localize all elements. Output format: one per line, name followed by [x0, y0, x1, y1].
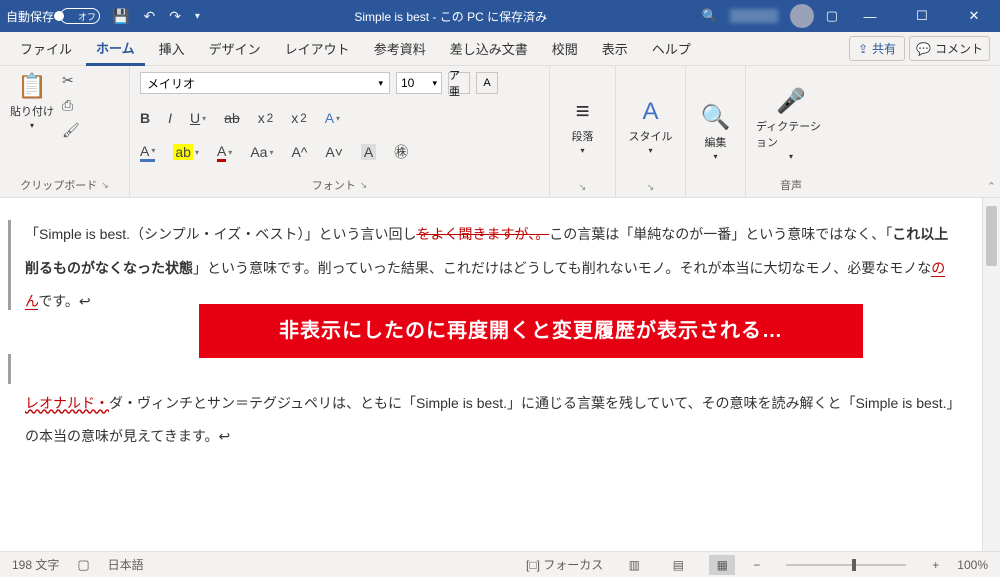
font-name-combo[interactable]: メイリオ▾ [140, 72, 390, 94]
styles-button[interactable]: A スタイル▾ [629, 98, 673, 155]
tab-review[interactable]: 校閲 [542, 33, 588, 64]
microphone-icon: 🎤 [776, 87, 806, 116]
voice-group-label: 音声 [780, 177, 802, 193]
ribbon-tabs: ファイル ホーム 挿入 デザイン レイアウト 参考資料 差し込み文書 校閲 表示… [0, 32, 1000, 66]
avatar[interactable] [790, 4, 814, 28]
copy-icon[interactable]: ⎙ [62, 97, 80, 114]
read-mode-icon[interactable]: ▥ [621, 555, 647, 575]
qat-more-icon[interactable]: ▾ [195, 11, 200, 22]
comment-button[interactable]: 💬コメント [909, 36, 990, 61]
font-group-label: フォント [312, 177, 356, 193]
superscript-button[interactable]: x2 [291, 110, 306, 126]
scrollbar-thumb[interactable] [986, 206, 997, 266]
dialog-launcher-icon[interactable]: ↘ [101, 180, 109, 191]
ribbon-mode-icon[interactable]: ▢ [826, 8, 838, 24]
enclose-character-button[interactable]: ㊑ [394, 142, 408, 162]
phonetic-guide-icon[interactable]: ア亜 [448, 72, 470, 94]
character-border-icon[interactable]: A [476, 72, 498, 94]
tab-mailings[interactable]: 差し込み文書 [440, 33, 538, 64]
print-layout-icon[interactable]: ▤ [665, 555, 691, 575]
highlight-button[interactable]: ab▾ [173, 144, 199, 160]
tab-references[interactable]: 参考資料 [364, 33, 436, 64]
autosave-toggle[interactable]: 自動保存 オフ [6, 8, 100, 25]
tab-help[interactable]: ヘルプ [642, 33, 701, 64]
overlay-banner: 非表示にしたのに再度開くと変更履歴が表示される… [199, 304, 863, 358]
clipboard-icon: 📋 [17, 72, 47, 101]
zoom-in-button[interactable]: + [932, 558, 939, 572]
zoom-level[interactable]: 100% [957, 558, 988, 572]
tab-view[interactable]: 表示 [592, 33, 638, 64]
share-icon: ⇪ [858, 42, 868, 56]
font-color-button[interactable]: A▾ [217, 143, 232, 162]
tab-layout[interactable]: レイアウト [275, 33, 360, 64]
web-layout-icon[interactable]: ▦ [709, 555, 735, 575]
quick-access-toolbar: 💾 ↶ ↷ ▾ [112, 8, 200, 25]
autosave-label: 自動保存 [6, 8, 54, 25]
clipboard-group-label: クリップボード [20, 177, 97, 193]
change-case-button[interactable]: Aa▾ [250, 144, 273, 160]
word-count[interactable]: 198 文字 [12, 556, 59, 573]
focus-mode-button[interactable]: [□] フォーカス [526, 556, 603, 573]
styles-icon: A [642, 98, 658, 126]
slider-handle[interactable] [852, 559, 856, 571]
dialog-launcher-icon[interactable]: ↘ [579, 182, 587, 193]
dialog-launcher-icon[interactable]: ↘ [360, 180, 368, 191]
collapse-ribbon-icon[interactable]: ⌃ [987, 180, 996, 193]
search-icon[interactable]: 🔍 [702, 8, 718, 24]
maximize-button[interactable]: ☐ [902, 8, 942, 24]
dictate-button[interactable]: 🎤 ディクテーション▾ [756, 87, 826, 161]
comment-icon: 💬 [916, 42, 931, 56]
text-effects-button[interactable]: A▾ [325, 110, 340, 126]
spelling-error: レオナルド・ [25, 395, 109, 411]
book-icon[interactable]: ▢ [77, 557, 89, 573]
ribbon: 📋 貼り付け ▾ ✂ ⎙ 🖌 クリップボード ↘ メイリオ▾ 10▾ ア亜 A B… [0, 66, 1000, 198]
deleted-text: をよく聞きますが、 [416, 226, 535, 242]
dialog-launcher-icon[interactable]: ↘ [647, 182, 655, 193]
paragraph-icon: ≡ [575, 98, 589, 126]
toggle-off-icon[interactable]: オフ [60, 8, 100, 24]
document-page[interactable]: 「Simple is best.（シンプル・イズ・ベスト）」という言い回しをよく… [11, 198, 982, 551]
status-bar: 198 文字 ▢ 日本語 [□] フォーカス ▥ ▤ ▦ − + 100% [0, 551, 1000, 577]
strikethrough-button[interactable]: ab [224, 110, 240, 126]
undo-icon[interactable]: ↶ [143, 8, 155, 25]
tab-insert[interactable]: 挿入 [149, 33, 195, 64]
document-area: 「Simple is best.（シンプル・イズ・ベスト）」という言い回しをよく… [0, 198, 1000, 551]
save-icon[interactable]: 💾 [112, 8, 129, 25]
font-shading-button[interactable]: A▾ [140, 143, 155, 162]
zoom-out-button[interactable]: − [753, 558, 760, 572]
paragraph[interactable]: レオナルド・ダ・ヴィンチとサン＝テグジュペリは、ともに「Simple is be… [25, 387, 956, 454]
paste-button[interactable]: 📋 貼り付け ▾ [10, 72, 54, 130]
redo-icon[interactable]: ↷ [169, 8, 181, 25]
format-painter-icon[interactable]: 🖌 [62, 122, 80, 139]
clear-formatting-button[interactable]: A [361, 144, 376, 160]
close-button[interactable]: ✕ [954, 8, 994, 24]
minimize-button[interactable]: — [850, 9, 890, 24]
font-size-combo[interactable]: 10▾ [396, 72, 442, 94]
window-title: Simple is best - この PC に保存済み [200, 8, 702, 25]
user-name[interactable] [730, 9, 778, 23]
paragraph-button[interactable]: ≡ 段落▾ [572, 98, 594, 155]
cut-icon[interactable]: ✂ [62, 72, 80, 89]
underline-button[interactable]: U▾ [190, 110, 206, 126]
tab-design[interactable]: デザイン [199, 33, 271, 64]
title-bar: 自動保存 オフ 💾 ↶ ↷ ▾ Simple is best - この PC に… [0, 0, 1000, 32]
bold-button[interactable]: B [140, 110, 150, 126]
italic-button[interactable]: I [168, 110, 172, 126]
shrink-font-button[interactable]: A˅ [325, 144, 343, 160]
zoom-slider[interactable] [786, 564, 906, 566]
find-icon: 🔍 [701, 103, 731, 132]
vertical-scrollbar[interactable] [982, 198, 1000, 551]
language-status[interactable]: 日本語 [108, 556, 144, 573]
share-button[interactable]: ⇪共有 [849, 36, 905, 61]
grow-font-button[interactable]: A^ [291, 144, 307, 160]
tab-file[interactable]: ファイル [10, 33, 82, 64]
editing-button[interactable]: 🔍 編集▾ [701, 103, 731, 161]
subscript-button[interactable]: x2 [258, 110, 273, 126]
tab-home[interactable]: ホーム [86, 32, 145, 66]
